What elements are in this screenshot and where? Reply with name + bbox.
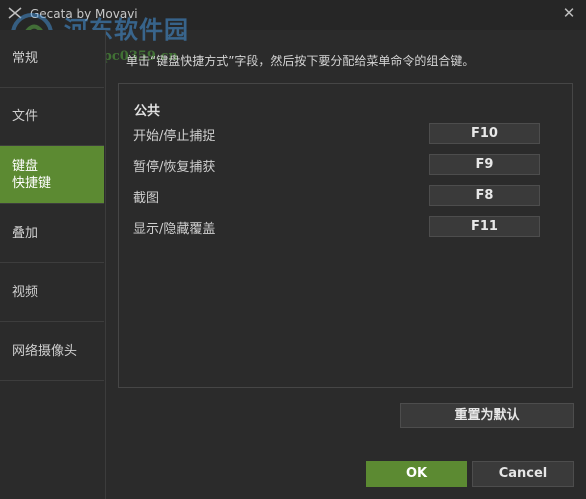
window-title: Gecata by Movavi <box>30 7 138 21</box>
sidebar-item-label: 键盘 快捷键 <box>12 158 52 191</box>
sidebar-item-general[interactable]: 常规 <box>0 30 104 88</box>
sidebar-item-keyboard-shortcuts[interactable]: 键盘 快捷键 <box>0 146 104 204</box>
shortcut-label-pause-resume: 暂停/恢复捕获 <box>133 160 216 175</box>
sidebar-item-label: 网络摄像头 <box>12 344 78 359</box>
gecata-logo-icon <box>8 7 22 19</box>
sidebar: 常规 文件 键盘 快捷键 叠加 视频 网络摄像头 <box>0 30 106 499</box>
shortcut-field-screenshot[interactable]: F8 <box>429 185 540 206</box>
shortcut-label-toggle-overlay: 显示/隐藏覆盖 <box>133 222 216 237</box>
instruction-text: 单击“键盘快捷方式”字段，然后按下要分配给菜单命令的组合键。 <box>126 54 475 68</box>
section-title: 公共 <box>134 104 161 119</box>
sidebar-item-label: 叠加 <box>12 226 39 241</box>
shortcuts-panel: 公共 开始/停止捕捉 F10 暂停/恢复捕获 F9 截图 F8 显示/隐藏覆盖 … <box>118 83 573 388</box>
sidebar-item-label: 视频 <box>12 285 39 300</box>
cancel-button[interactable]: Cancel <box>472 461 574 487</box>
close-icon: ✕ <box>562 4 576 22</box>
sidebar-item-label: 常规 <box>12 51 39 66</box>
shortcut-label-screenshot: 截图 <box>133 191 160 206</box>
shortcut-field-pause-resume[interactable]: F9 <box>429 154 540 175</box>
sidebar-item-files[interactable]: 文件 <box>0 88 104 146</box>
reset-defaults-button[interactable]: 重置为默认 <box>400 403 574 428</box>
shortcut-field-start-stop[interactable]: F10 <box>429 123 540 144</box>
sidebar-item-label: 文件 <box>12 109 39 124</box>
title-bar: Gecata by Movavi ✕ <box>0 0 586 30</box>
sidebar-item-overlay[interactable]: 叠加 <box>0 205 104 263</box>
close-button[interactable]: ✕ <box>560 4 578 22</box>
sidebar-item-video[interactable]: 视频 <box>0 264 104 322</box>
ok-button[interactable]: OK <box>366 461 467 487</box>
sidebar-item-webcam[interactable]: 网络摄像头 <box>0 323 104 381</box>
shortcut-label-start-stop: 开始/停止捕捉 <box>133 129 216 144</box>
shortcut-field-toggle-overlay[interactable]: F11 <box>429 216 540 237</box>
